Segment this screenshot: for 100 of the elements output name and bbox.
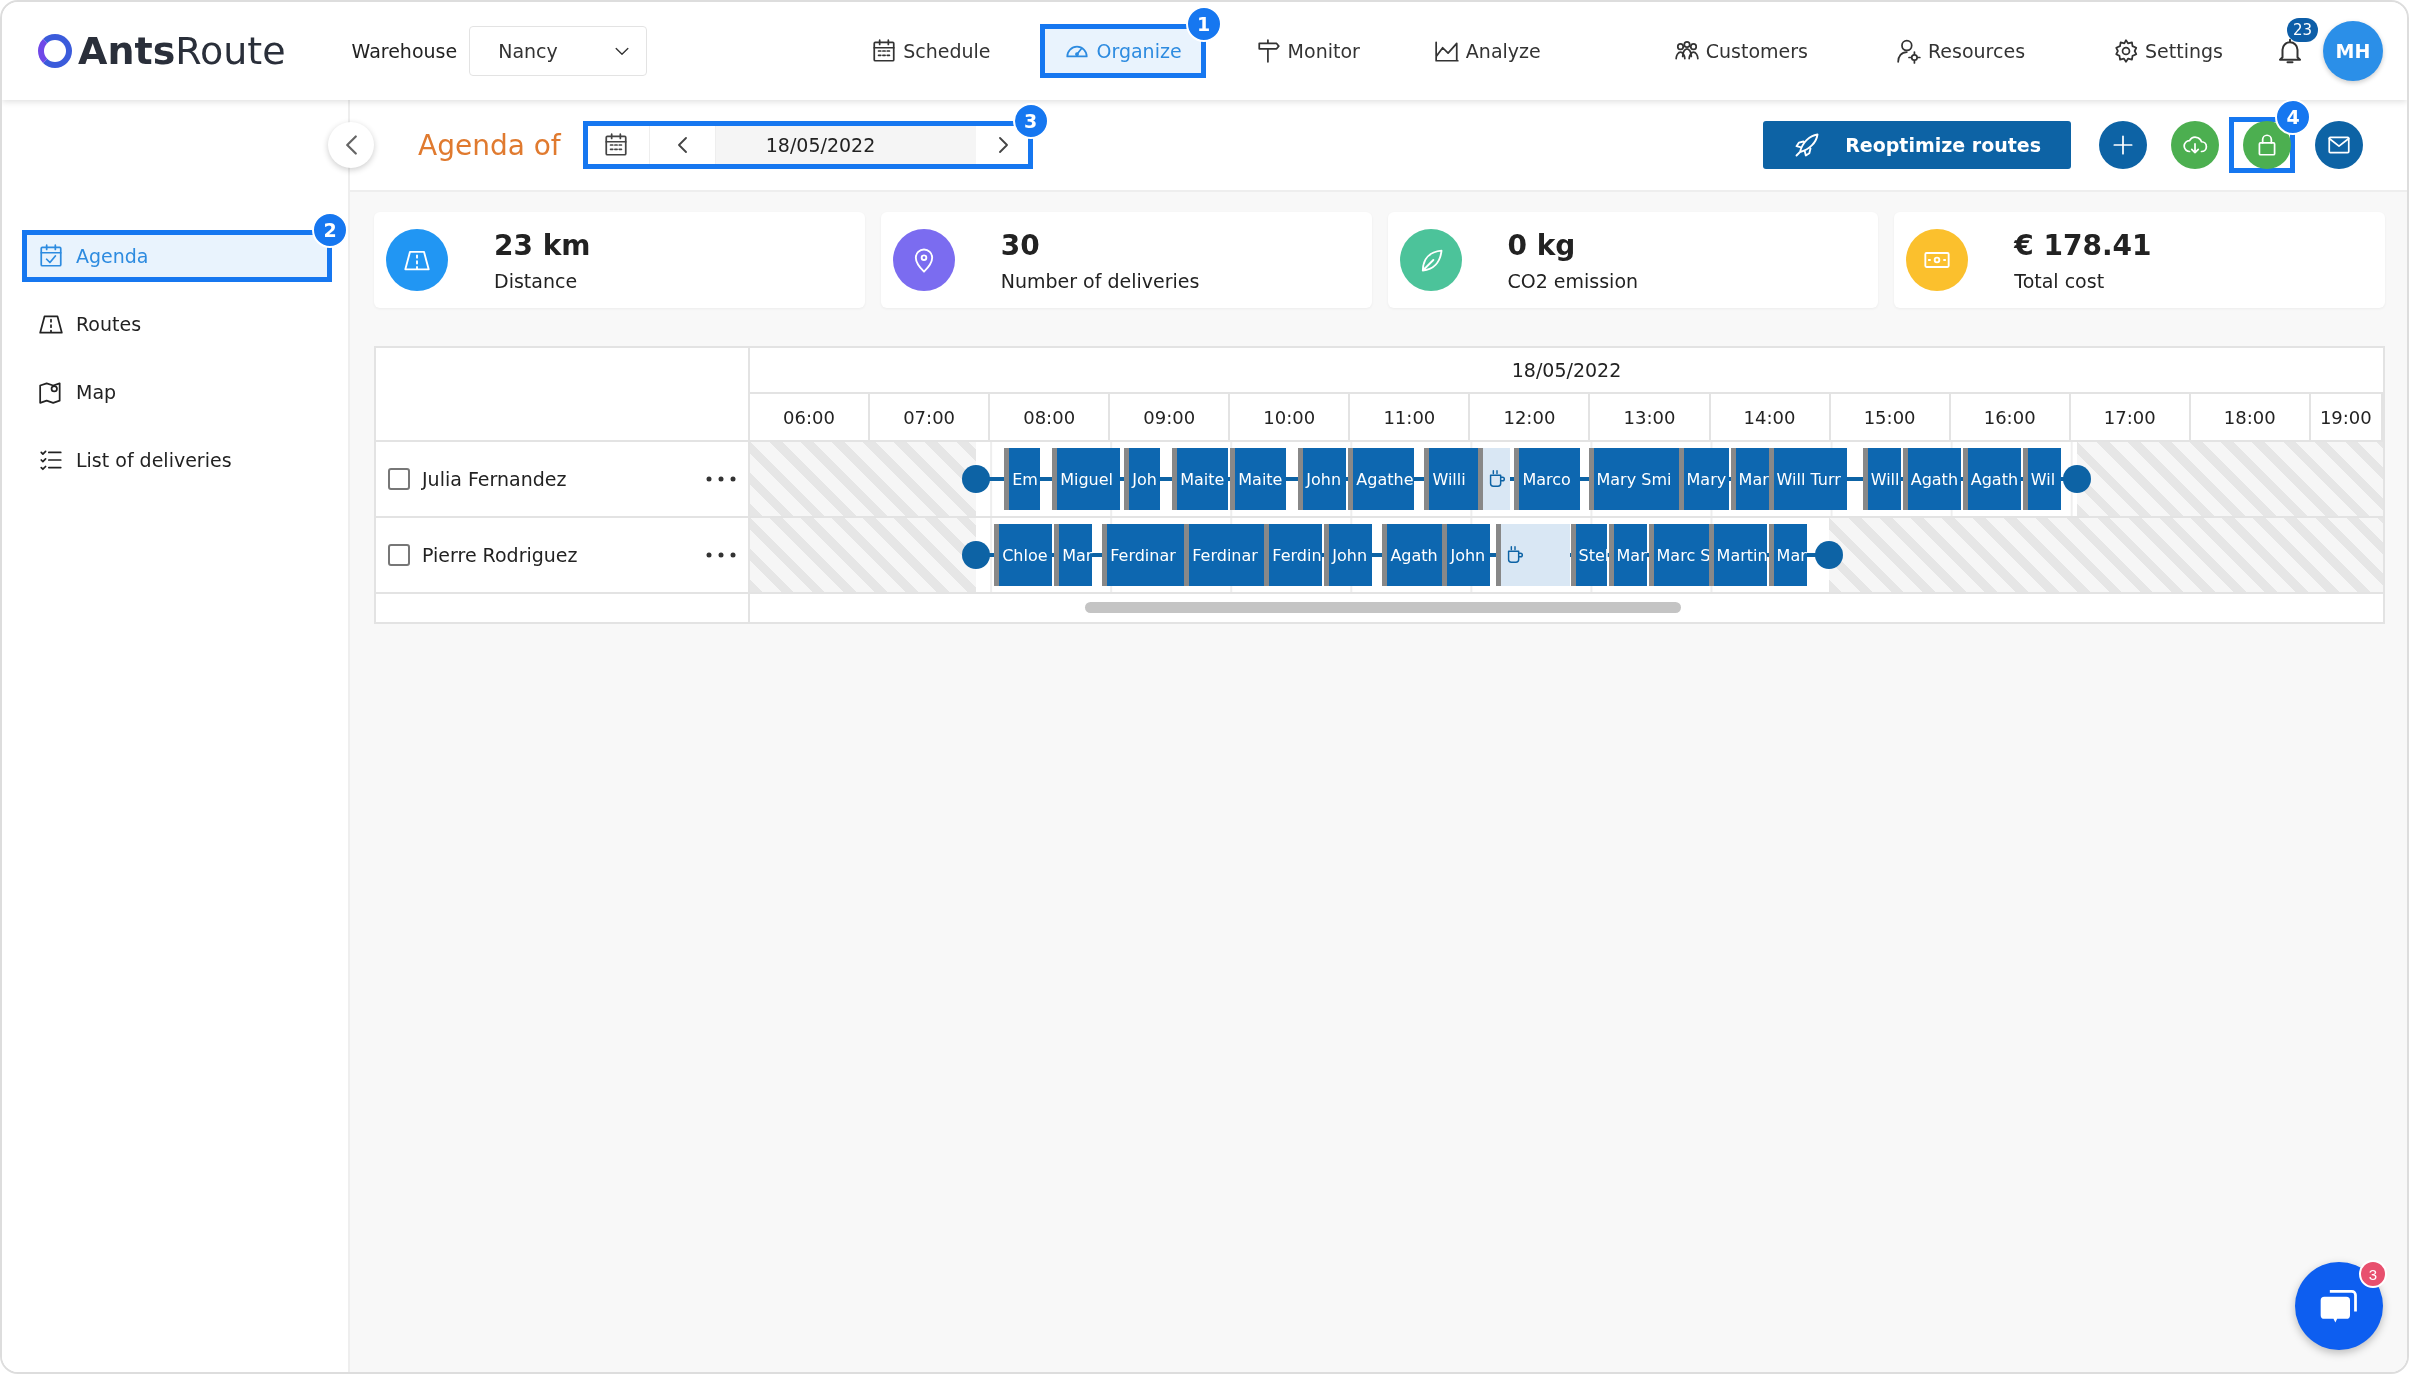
delivery-block[interactable]: Chloe xyxy=(994,524,1053,586)
stat-value: 23 km xyxy=(494,228,591,262)
break-block[interactable] xyxy=(1478,448,1511,510)
sidebar-item[interactable]: Routes xyxy=(22,298,332,350)
delivery-block[interactable]: Em xyxy=(1004,448,1041,510)
step-number-badge: 1 xyxy=(1185,6,1222,42)
delivery-block[interactable]: Mar xyxy=(1608,524,1647,586)
hour-label: 08:00 xyxy=(990,394,1111,440)
hour-label: 18:00 xyxy=(2190,394,2311,440)
stat-value: € 178.41 xyxy=(2014,228,2152,262)
delivery-block[interactable]: Will xyxy=(1862,448,1901,510)
chevron-left-icon xyxy=(677,136,687,154)
chat-badge: 3 xyxy=(2359,1260,2387,1288)
chevron-left-icon xyxy=(345,134,357,156)
hour-label: 12:00 xyxy=(1470,394,1591,440)
hour-label: 19:00 xyxy=(2310,394,2383,440)
hour-label: 14:00 xyxy=(1710,394,1831,440)
calendar-icon xyxy=(871,38,898,64)
stat-label: Distance xyxy=(494,269,579,292)
delivery-block[interactable]: Ferdinar xyxy=(1102,524,1185,586)
step-number-badge: 2 xyxy=(312,212,348,248)
delivery-block[interactable]: Agath xyxy=(1902,448,1961,510)
nav-link[interactable]: Settings xyxy=(2089,24,2247,78)
delivery-block[interactable]: Marco xyxy=(1514,448,1581,510)
more-icon[interactable] xyxy=(706,552,736,558)
hour-label: 16:00 xyxy=(1950,394,2071,440)
break-block[interactable] xyxy=(1496,524,1571,586)
stat-label: Total cost xyxy=(2014,269,2106,292)
delivery-block[interactable]: John xyxy=(1442,524,1491,586)
delivery-block[interactable]: Ferdinar xyxy=(1184,524,1265,586)
driver-name: Pierre Rodriguez xyxy=(422,544,579,566)
delivery-block[interactable]: Ferdin xyxy=(1264,524,1323,586)
delivery-block[interactable]: John xyxy=(1298,448,1347,510)
sidebar-item[interactable]: Map xyxy=(22,366,332,418)
delivery-block[interactable]: Willi xyxy=(1424,448,1479,510)
hour-label: 15:00 xyxy=(1830,394,1951,440)
delivery-block[interactable]: Miguel xyxy=(1052,448,1121,510)
logo-text: AntsRoute xyxy=(78,29,286,73)
delivery-block[interactable]: Maite xyxy=(1230,448,1287,510)
delivery-block[interactable]: Marc S xyxy=(1648,524,1709,586)
stat-value: 30 xyxy=(1000,228,1041,262)
logo-icon xyxy=(38,34,72,68)
step-number-badge: 4 xyxy=(2275,99,2311,135)
nav-link[interactable]: Customers xyxy=(1649,24,1832,78)
step-number-badge: 3 xyxy=(1012,103,1049,139)
hour-label: 09:00 xyxy=(1110,394,1231,440)
warehouse-label: Warehouse xyxy=(351,40,458,62)
warehouse-dropdown[interactable]: Nancy xyxy=(469,26,648,76)
delivery-block[interactable]: Mary Smi xyxy=(1588,448,1679,510)
signpost-icon xyxy=(1255,38,1282,64)
delivery-block[interactable]: Will Turr xyxy=(1768,448,1847,510)
stat-label: Number of deliveries xyxy=(1000,269,1200,292)
mail-button[interactable] xyxy=(2315,121,2363,169)
nav-link[interactable]: Resources xyxy=(1872,24,2050,78)
nav-tab[interactable]: Analyze xyxy=(1409,24,1565,78)
page-title: Agenda of xyxy=(418,128,561,162)
delivery-block[interactable]: Mar xyxy=(1054,524,1093,586)
delivery-block[interactable]: Maite xyxy=(1172,448,1229,510)
list-icon xyxy=(38,447,64,473)
sidebar-item[interactable]: List of deliveries xyxy=(22,434,332,486)
map-icon xyxy=(38,379,64,405)
hour-label: 07:00 xyxy=(870,394,991,440)
route-start-marker xyxy=(962,465,991,493)
calendar-check-icon xyxy=(38,243,64,269)
more-icon[interactable] xyxy=(706,476,736,482)
hour-label: 06:00 xyxy=(750,394,871,440)
chevron-right-icon xyxy=(999,136,1009,154)
delivery-block[interactable]: John xyxy=(1324,524,1373,586)
driver-name: Julia Fernandez xyxy=(422,468,568,490)
calendar-icon xyxy=(603,132,630,158)
hour-label: 13:00 xyxy=(1590,394,1711,440)
delivery-block[interactable]: Joh xyxy=(1124,448,1161,510)
reoptimize-button[interactable]: Reoptimize routes xyxy=(1763,121,2071,169)
delivery-block[interactable]: Agathe xyxy=(1348,448,1415,510)
plus-button[interactable] xyxy=(2099,121,2147,169)
collapse-button[interactable] xyxy=(328,122,374,168)
cloud-button[interactable] xyxy=(2171,121,2219,169)
row-checkbox[interactable] xyxy=(388,544,410,566)
notification-badge: 23 xyxy=(2287,18,2319,42)
gear-icon xyxy=(2113,38,2140,64)
scrollbar-thumb[interactable] xyxy=(1084,602,1681,613)
hour-label: 10:00 xyxy=(1230,394,1351,440)
delivery-block[interactable]: Martin xyxy=(1708,524,1767,586)
user-avatar[interactable]: MH xyxy=(2323,21,2383,81)
delivery-block[interactable]: Agath xyxy=(1382,524,1443,586)
nav-tab[interactable]: Monitor xyxy=(1231,24,1384,78)
row-checkbox[interactable] xyxy=(388,468,410,490)
stat-value: 0 kg xyxy=(1507,228,1577,262)
delivery-block[interactable]: Mar xyxy=(1730,448,1769,510)
hour-label: 11:00 xyxy=(1350,394,1471,440)
delivery-block[interactable]: Mary xyxy=(1678,448,1729,510)
delivery-block[interactable]: Agath xyxy=(1962,448,2021,510)
route-end-marker xyxy=(2062,465,2091,493)
hour-label: 17:00 xyxy=(2070,394,2191,440)
delivery-block[interactable]: Mar xyxy=(1768,524,1807,586)
stat-label: CO2 emission xyxy=(1507,269,1639,292)
person-gear-icon xyxy=(1896,38,1922,64)
delivery-block[interactable]: Wil xyxy=(2022,448,2061,510)
nav-tab[interactable]: Schedule xyxy=(847,24,1015,78)
timeline-date: 18/05/2022 xyxy=(750,348,2383,394)
